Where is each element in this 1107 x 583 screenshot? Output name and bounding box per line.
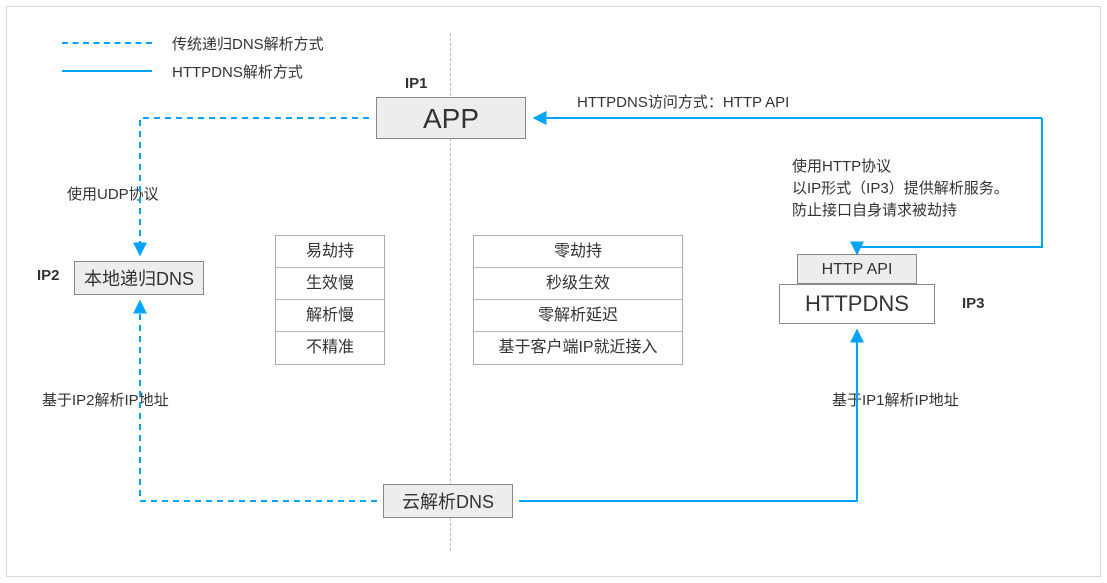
cloud-dns-node: 云解析DNS xyxy=(383,484,513,518)
annotation-right-line1: 使用HTTP协议 xyxy=(792,155,891,176)
http-api-node: HTTP API xyxy=(797,254,917,284)
legend-dashed-label: 传统递归DNS解析方式 xyxy=(172,33,324,54)
annotation-bottom-left: 基于IP2解析IP地址 xyxy=(42,389,169,410)
traditional-list: 易劫持 生效慢 解析慢 不精准 xyxy=(275,235,385,365)
httpdns-item-1: 秒级生效 xyxy=(474,268,682,300)
httpdns-item-2: 零解析延迟 xyxy=(474,300,682,332)
annotation-bottom-right: 基于IP1解析IP地址 xyxy=(832,389,959,410)
legend-solid-line xyxy=(62,70,152,72)
traditional-item-2: 解析慢 xyxy=(276,300,384,332)
ip2-tag: IP2 xyxy=(37,267,60,284)
traditional-item-1: 生效慢 xyxy=(276,268,384,300)
httpdns-item-0: 零劫持 xyxy=(474,236,682,268)
httpdns-item-3: 基于客户端IP就近接入 xyxy=(474,332,682,364)
httpdns-node: HTTPDNS xyxy=(779,284,935,324)
diagram-frame: 传统递归DNS解析方式 HTTPDNS解析方式 IP1 APP IP2 本地递归… xyxy=(6,6,1101,577)
annotation-left-udp: 使用UDP协议 xyxy=(67,183,159,204)
app-node: APP xyxy=(376,97,526,139)
legend-dashed-line xyxy=(62,42,152,44)
legend-solid-label: HTTPDNS解析方式 xyxy=(172,61,303,82)
annotation-right-line2: 以IP形式（IP3）提供解析服务。 xyxy=(792,177,1009,198)
traditional-item-3: 不精准 xyxy=(276,332,384,364)
httpdns-list: 零劫持 秒级生效 零解析延迟 基于客户端IP就近接入 xyxy=(473,235,683,365)
ip1-tag: IP1 xyxy=(405,75,428,92)
traditional-item-0: 易劫持 xyxy=(276,236,384,268)
annotation-top-right: HTTPDNS访问方式：HTTP API xyxy=(577,91,789,112)
ip3-tag: IP3 xyxy=(962,295,985,312)
local-dns-node: 本地递归DNS xyxy=(74,261,204,295)
annotation-right-line3: 防止接口自身请求被劫持 xyxy=(792,199,957,220)
